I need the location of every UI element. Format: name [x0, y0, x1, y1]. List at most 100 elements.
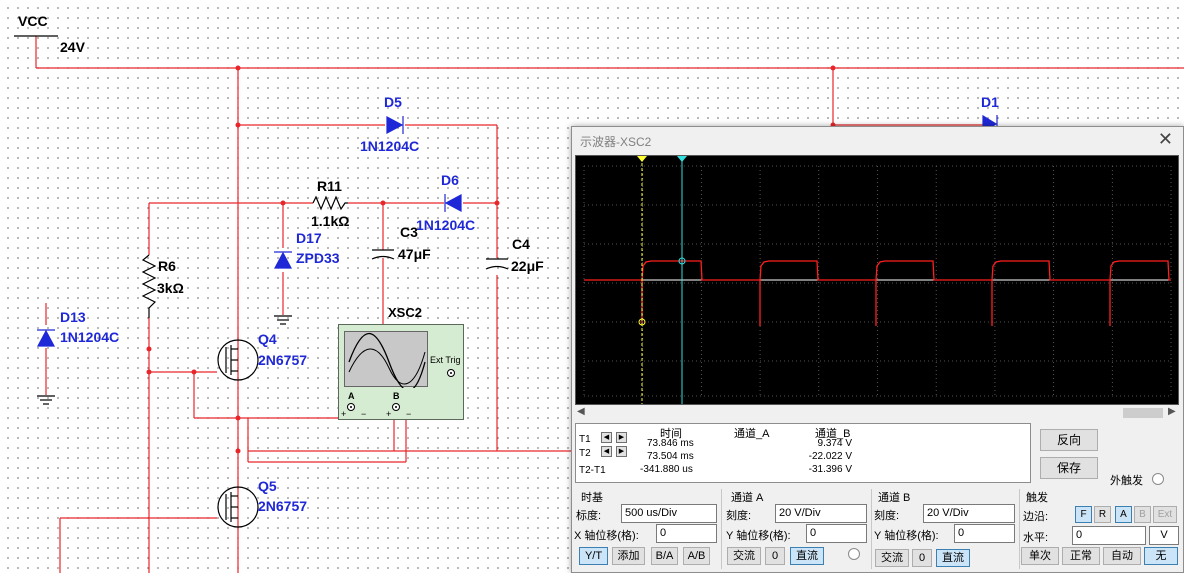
channel-a-dc-button[interactable]: 直流 — [790, 547, 824, 565]
trigger-normal-button[interactable]: 正常 — [1062, 547, 1100, 565]
oscilloscope-instrument[interactable]: Ext Trig A B + − + − — [338, 324, 464, 420]
ch-a-minus: − — [361, 409, 367, 419]
mode-ab-button[interactable]: A/B — [683, 547, 710, 565]
cursor-1-handle[interactable] — [637, 156, 647, 162]
scope-display[interactable] — [575, 155, 1179, 405]
trigger-level-label: 水平: — [1023, 532, 1049, 544]
xsc2-label: XSC2 — [388, 305, 422, 320]
r6-value: 3kΩ — [157, 280, 184, 296]
q5-name: Q5 — [258, 478, 277, 494]
row-t2-label: T2 — [579, 448, 591, 459]
mode-yt-button[interactable]: Y/T — [579, 547, 608, 565]
trigger-source-b-button[interactable]: B — [1134, 506, 1151, 523]
t1-left-arrow-icon[interactable]: ◀ — [601, 432, 612, 443]
ch-a-plus: + — [341, 409, 347, 419]
d17-name: D17 — [296, 230, 322, 246]
vcc-label: VCC — [18, 13, 48, 29]
ch-b-terminal[interactable] — [392, 403, 400, 411]
ext-trig-label: Ext Trig — [430, 355, 461, 365]
q4-name: Q4 — [258, 331, 277, 347]
trigger-single-button[interactable]: 单次 — [1021, 547, 1059, 565]
mode-ba-button[interactable]: B/A — [651, 547, 678, 565]
scroll-left-icon[interactable]: ◀ — [577, 406, 585, 417]
t2-right-arrow-icon[interactable]: ▶ — [616, 446, 627, 457]
channel-b-y-offset-label: Y 轴位移(格): — [874, 530, 939, 542]
trigger-auto-button[interactable]: 自动 — [1103, 547, 1141, 565]
vcc-value: 24V — [60, 39, 85, 55]
header-ch-a: 通道_A — [734, 428, 770, 440]
r11-name: R11 — [317, 178, 342, 194]
diff-ch-b: -31.396 V — [808, 464, 852, 475]
trigger-title: 触发 — [1026, 492, 1048, 504]
t1-time: 73.846 ms — [647, 438, 694, 449]
channel-b-scale-label: 刻度: — [874, 510, 900, 522]
d5-name: D5 — [384, 94, 402, 110]
trigger-level-unit[interactable]: V — [1149, 526, 1179, 545]
channel-a-ac-button[interactable]: 交流 — [727, 547, 761, 565]
cursor-readout: T1 T2 T2-T1 ◀ ▶ ◀ ▶ 时间 通道_A 通道_B 73.846 … — [575, 423, 1031, 483]
timebase-scale-field[interactable]: 500 us/Div — [621, 504, 717, 523]
channel-b-zero-button[interactable]: 0 — [912, 549, 932, 567]
edge-falling-button[interactable]: F — [1075, 506, 1092, 523]
trigger-source-a-button[interactable]: A — [1115, 506, 1132, 523]
horizontal-scrollbar[interactable]: ◀ ▶ — [575, 406, 1179, 420]
channel-a-scale-field[interactable]: 20 V/Div — [775, 504, 867, 523]
channel-a-zero-button[interactable]: 0 — [765, 547, 785, 565]
c4-name: C4 — [512, 236, 530, 252]
timebase-title: 时基 — [581, 492, 603, 504]
t1-ch-b: 9.374 V — [817, 438, 852, 449]
trigger-source-ext-button[interactable]: Ext — [1153, 506, 1177, 523]
timebase-scale-label: 标度: — [576, 510, 602, 522]
c3-name: C3 — [400, 224, 418, 240]
close-icon[interactable]: ✕ — [1158, 129, 1173, 150]
ch-b-minus: − — [406, 409, 412, 419]
x-offset-label: X 轴位移(格): — [574, 530, 639, 542]
channel-a-divider — [721, 489, 722, 569]
channel-b-scale-field[interactable]: 20 V/Div — [923, 504, 1015, 523]
scroll-right-icon[interactable]: ▶ — [1168, 406, 1176, 417]
q4-part: 2N6757 — [258, 352, 308, 368]
channel-a-scale-label: 刻度: — [726, 510, 752, 522]
channel-b-ac-button[interactable]: 交流 — [875, 549, 909, 567]
r6-name: R6 — [158, 258, 176, 274]
d1-name: D1 — [981, 94, 999, 110]
channel-b-y-offset-field[interactable]: 0 — [954, 524, 1015, 543]
t2-left-arrow-icon[interactable]: ◀ — [601, 446, 612, 457]
r11-value: 1.1kΩ — [311, 213, 350, 229]
trigger-level-field[interactable]: 0 — [1072, 526, 1146, 545]
t1-right-arrow-icon[interactable]: ▶ — [616, 432, 627, 443]
d13-part: 1N1204C — [60, 329, 120, 345]
c3-value: 47μF — [398, 246, 431, 262]
q5-part: 2N6757 — [258, 498, 308, 514]
oscilloscope-window[interactable]: 示波器-XSC2 ✕ ◀ ▶ T1 T2 T2-T1 ◀ ▶ ◀ ▶ 时间 通道… — [571, 126, 1184, 573]
window-title: 示波器-XSC2 — [580, 135, 652, 149]
edge-rising-button[interactable]: R — [1094, 506, 1111, 523]
row-t1-label: T1 — [579, 434, 591, 445]
channel-a-y-offset-label: Y 轴位移(格): — [726, 530, 791, 542]
channel-b-spikes — [641, 280, 1111, 326]
trigger-divider — [1019, 489, 1020, 569]
channel-a-title: 通道 A — [731, 492, 764, 504]
ch-a-terminal[interactable] — [347, 403, 355, 411]
trigger-edge-label: 边沿: — [1023, 511, 1049, 523]
ext-trigger-radio[interactable] — [1152, 473, 1164, 485]
diff-time: -341.880 us — [640, 464, 693, 475]
channel-a-radio[interactable] — [848, 548, 860, 560]
x-offset-field[interactable]: 0 — [656, 524, 717, 543]
row-diff-label: T2-T1 — [579, 465, 606, 476]
grid — [583, 165, 1172, 397]
cursor-2-handle[interactable] — [677, 156, 687, 162]
ext-trig-terminal[interactable] — [447, 369, 455, 377]
scrollbar-thumb[interactable] — [1123, 408, 1163, 418]
trigger-none-button[interactable]: 无 — [1144, 547, 1178, 565]
save-button[interactable]: 保存 — [1040, 457, 1098, 479]
reverse-button[interactable]: 反向 — [1040, 429, 1098, 451]
d17-part: ZPD33 — [296, 250, 340, 266]
channel-b-title: 通道 B — [878, 492, 911, 504]
mode-add-button[interactable]: 添加 — [612, 547, 645, 565]
channel-b-dc-button[interactable]: 直流 — [936, 549, 970, 567]
ch-b-label: B — [393, 391, 400, 401]
d6-name: D6 — [441, 172, 459, 188]
channel-b-divider — [871, 489, 872, 569]
channel-a-y-offset-field[interactable]: 0 — [806, 524, 867, 543]
